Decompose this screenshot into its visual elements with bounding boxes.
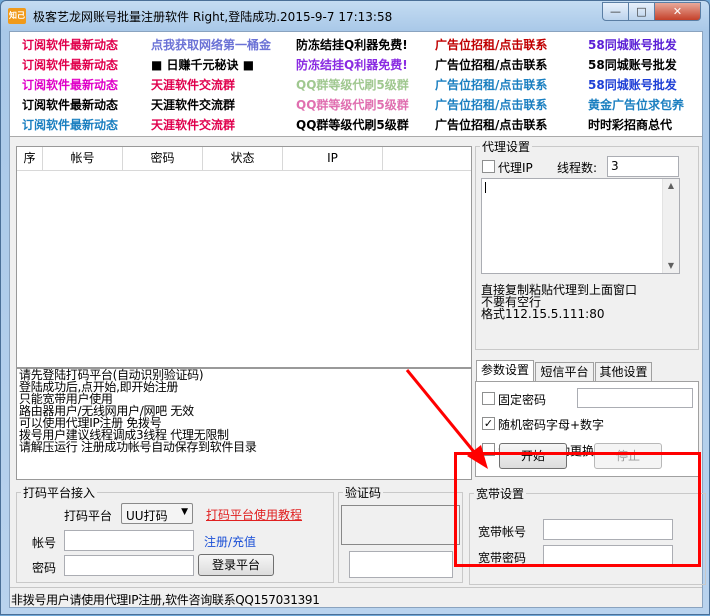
arrow-shaft <box>405 369 481 459</box>
app-window: 知己 极客艺龙网账号批量注册软件 Right,登陆成功.2015-9-7 17:… <box>0 0 710 615</box>
annotation-arrow <box>405 369 488 469</box>
